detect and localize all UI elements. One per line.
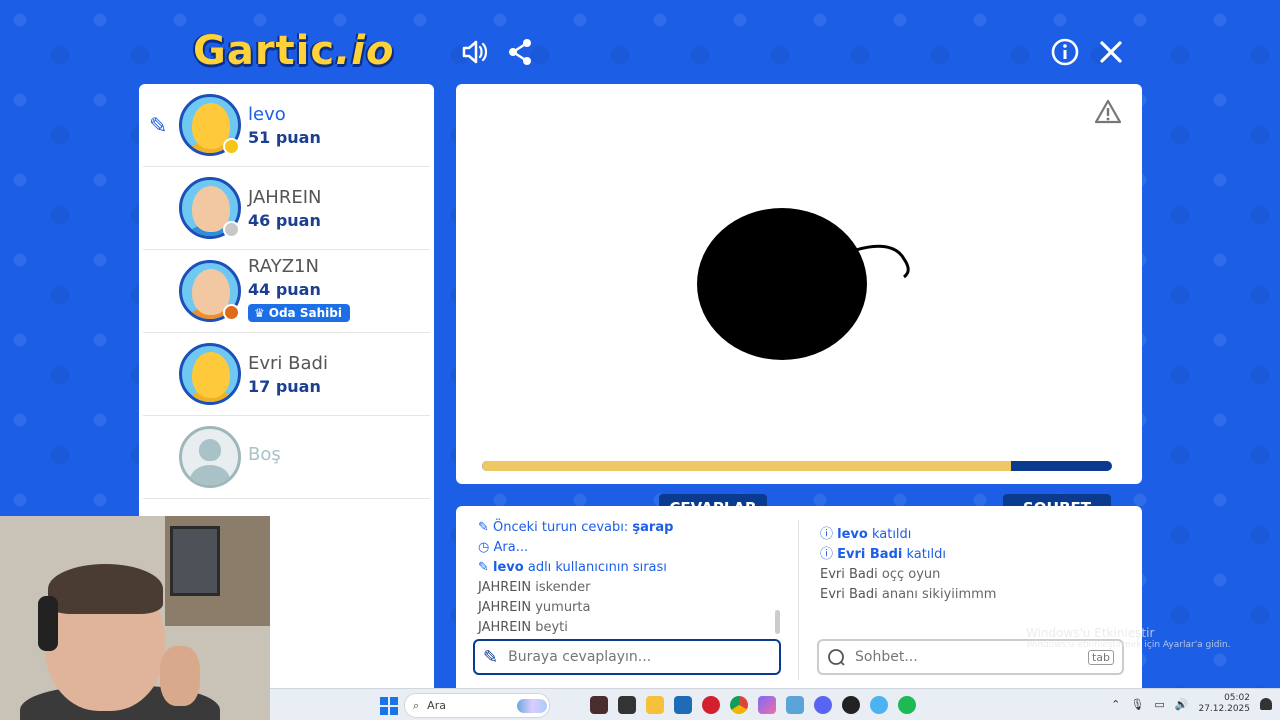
system-tray: ⌃ 🎙 ▭ 🔊 05:02 27.12.2025 [1111, 693, 1250, 715]
room-owner-badge: ♛ Oda Sahibi [248, 304, 350, 322]
player-points: 46 puan [248, 211, 321, 230]
app-icon[interactable] [618, 696, 636, 714]
taskbar-search[interactable]: ⌕ Ara [404, 693, 550, 718]
app-icon[interactable] [870, 696, 888, 714]
drawing [697, 208, 910, 360]
answer-input[interactable] [508, 649, 739, 665]
status-dot [223, 138, 240, 155]
avatar [179, 343, 241, 405]
player-row: RAYZ1N 44 puan ♛ Oda Sahibi [143, 250, 430, 333]
empty-avatar-icon [179, 426, 241, 488]
info-icon: ⓘ [820, 527, 838, 542]
pencil-icon: ✎ [478, 520, 494, 535]
app-icon[interactable] [842, 696, 860, 714]
player-points: 44 puan [248, 280, 321, 299]
empty-slot-label: Boş [248, 444, 281, 465]
drawing-canvas[interactable] [456, 84, 1142, 484]
sound-icon[interactable] [459, 36, 491, 68]
message-row: ⓘ levo katıldı [820, 527, 912, 542]
chrome-icon[interactable] [730, 696, 748, 714]
player-points: 17 puan [248, 377, 321, 396]
message-row: JAHREIN yumurta [478, 600, 591, 615]
gartic-logo: Gartic.io [193, 28, 395, 74]
player-row: JAHREIN 46 puan [143, 167, 430, 250]
chat-list: ⓘ levo katıldı ⓘ Evri Badi katıldı Evri Ba… [820, 525, 1120, 605]
player-points: 51 puan [248, 128, 321, 147]
drawing-pencil-icon: ✎ [149, 114, 168, 139]
tab-key-hint: tab [1087, 650, 1114, 665]
player-name: RAYZ1N [248, 256, 319, 277]
message-row: Evri Badi oçç oyun [820, 567, 941, 582]
answer-field-wrapper: ✎ [473, 639, 781, 675]
message-row: JAHREIN beyti [478, 620, 568, 635]
network-icon[interactable]: ▭ [1154, 698, 1164, 711]
app-icon[interactable] [786, 696, 804, 714]
message-row: ⓘ Evri Badi katıldı [820, 547, 946, 562]
share-icon[interactable] [504, 36, 536, 68]
opera-icon[interactable] [702, 696, 720, 714]
chat-bubble-icon [828, 649, 845, 666]
answers-scrollbar[interactable] [775, 610, 780, 634]
player-row: Evri Badi 17 puan [143, 333, 430, 416]
round-timer-fill [482, 461, 1012, 471]
pencil-icon: ✎ [483, 646, 499, 668]
round-timer-bar [482, 461, 1112, 471]
message-row: Evri Badi ananı sikiyiimmm [820, 587, 997, 602]
player-name: levo [248, 104, 286, 125]
spotify-icon[interactable] [898, 696, 916, 714]
status-dot [223, 304, 240, 321]
app-icon[interactable] [590, 696, 608, 714]
player-row: ✎ levo 51 puan [143, 84, 430, 167]
chat-input[interactable] [855, 649, 1085, 665]
panel-divider [798, 520, 799, 680]
message-row: JAHREIN iskender [478, 580, 591, 595]
store-icon[interactable] [674, 696, 692, 714]
microphone-icon[interactable]: 🎙 [1130, 698, 1144, 711]
windows-start-icon[interactable] [380, 697, 398, 715]
windows-activation-watermark: Windows'u Etkinleştir Windows'u etkinleş… [1026, 626, 1231, 650]
windows-taskbar: ⌕ Ara ⌃ 🎙 ▭ 🔊 05:02 27.12.2025 [270, 688, 1280, 720]
info-icon[interactable] [1049, 36, 1081, 68]
clock[interactable]: 05:02 27.12.2025 [1198, 693, 1250, 715]
notification-icon[interactable] [1260, 698, 1272, 710]
clock-icon: ◷ [478, 540, 494, 555]
empty-slot: Boş [143, 416, 430, 499]
search-icon: ⌕ [413, 698, 420, 712]
message-row: ✎ Önceki turun cevabı: şarap [478, 520, 674, 535]
status-dot [223, 221, 240, 238]
file-explorer-icon[interactable] [646, 696, 664, 714]
close-icon[interactable] [1095, 36, 1127, 68]
info-icon: ⓘ [820, 547, 838, 562]
player-name: JAHREIN [248, 187, 322, 208]
discord-icon[interactable] [814, 696, 832, 714]
message-row: ◷ Ara... [478, 540, 529, 555]
pencil-icon: ✎ [478, 560, 494, 575]
chevron-up-icon[interactable]: ⌃ [1111, 698, 1120, 711]
app-icon[interactable] [758, 696, 776, 714]
message-row: ✎ levo adlı kullanıcının sırası [478, 560, 667, 575]
volume-icon[interactable]: 🔊 [1175, 698, 1189, 711]
player-name: Evri Badi [248, 353, 328, 374]
answers-chat-panel: ✎ Önceki turun cevabı: şarap ◷ Ara... ✎ le… [456, 506, 1142, 688]
crown-icon: ♛ [254, 306, 265, 320]
webcam-overlay [0, 516, 270, 720]
answers-list: ✎ Önceki turun cevabı: şarap ◷ Ara... ✎ le… [478, 518, 778, 638]
